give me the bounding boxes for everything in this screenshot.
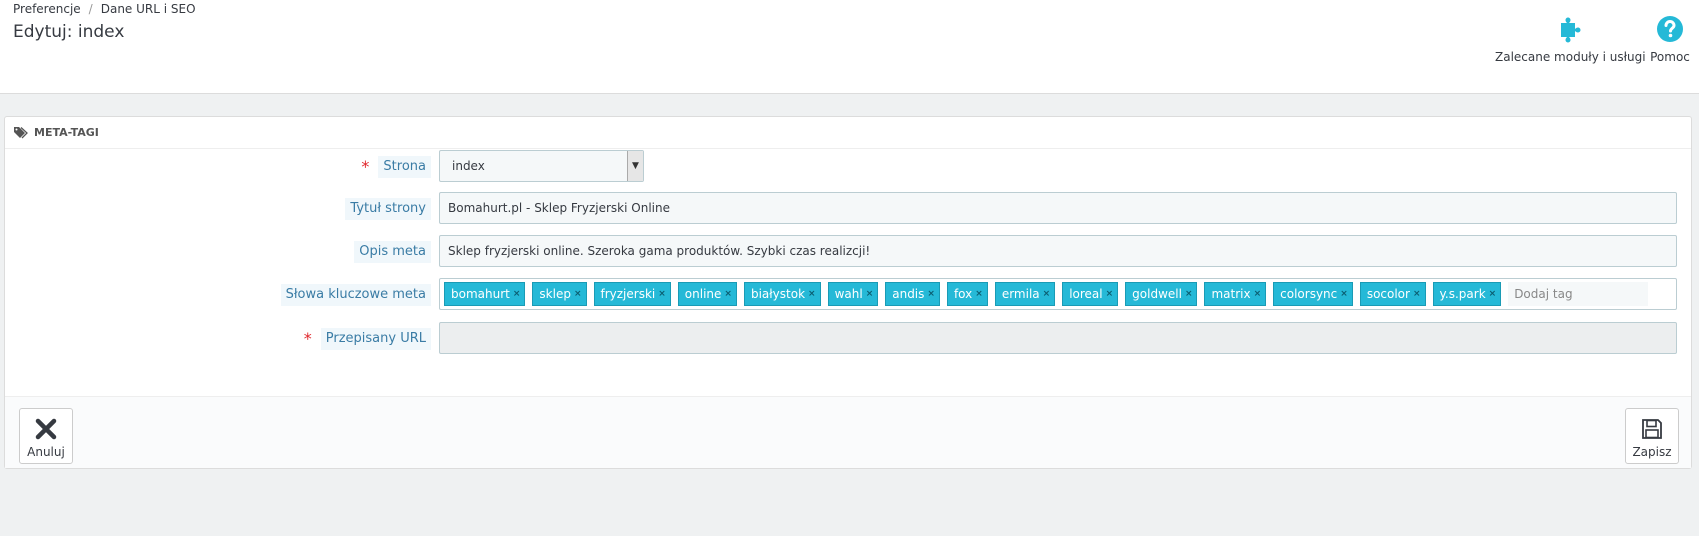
cancel-label: Anuluj [27,445,65,459]
panel-footer: Anuluj Zapisz [5,396,1691,468]
required-marker: * [303,329,312,348]
keyword-tag[interactable]: fryzjerski × [593,282,671,306]
remove-tag-icon[interactable]: × [1340,289,1348,299]
keyword-tag[interactable]: wahl × [827,282,879,306]
keywords-label-text: Słowa kluczowe meta [280,284,431,306]
remove-tag-icon[interactable]: × [513,289,521,299]
save-icon [1642,419,1662,439]
meta-tags-panel: META-TAGI * Strona index ▼ Tytuł strony … [4,116,1692,469]
puzzle-icon [1561,17,1581,43]
breadcrumb-separator: / [88,2,93,16]
rewrite-url-label: * Przepisany URL [304,328,431,350]
keyword-tag-label: colorsync [1280,287,1338,301]
description-label: Opis meta [354,241,431,263]
panel-heading: META-TAGI [5,117,1691,149]
help-icon [1657,16,1683,42]
keyword-tag[interactable]: loreal × [1062,282,1119,306]
remove-tag-icon[interactable]: × [866,289,874,299]
page-header: Preferencje / Dane URL i SEO Edytuj: index… [0,0,1699,94]
recommended-modules-label: Zalecane moduły i usługi [1495,50,1646,64]
breadcrumb-current[interactable]: Dane URL i SEO [101,2,196,16]
page-label-text: Strona [378,156,431,178]
keyword-tag-label: ermila [1001,287,1040,301]
keyword-tag-label: fryzjerski [600,287,656,301]
keyword-tag[interactable]: goldwell × [1125,282,1198,306]
keyword-tag[interactable]: białystok × [743,282,821,306]
title-label: Tytuł strony [345,198,431,220]
keyword-tag-label: loreal [1069,287,1103,301]
remove-tag-icon[interactable]: × [1489,289,1497,299]
page-title-input[interactable]: Bomahurt.pl - Sklep Fryzjerski Online [439,192,1677,224]
add-tag-input[interactable]: Dodaj tag [1508,282,1649,306]
rewrite-url-label-text: Przepisany URL [320,328,431,350]
remove-tag-icon[interactable]: × [808,289,816,299]
description-row: Opis meta Sklep fryzjerski online. Szero… [5,235,1693,267]
keyword-tag-label: fox [953,287,973,301]
page-label: * Strona [361,156,431,178]
keyword-tag[interactable]: online × [677,282,737,306]
page-select-value: index [452,159,485,173]
remove-tag-icon[interactable]: × [927,289,935,299]
title-label-text: Tytuł strony [345,198,431,220]
keyword-tag[interactable]: socolor × [1359,282,1426,306]
keywords-row: Słowa kluczowe meta bomahurt × sklep × fryzj… [5,278,1693,310]
recommended-modules-button[interactable]: Zalecane moduły i usługi [1495,14,1646,64]
keywords-label: Słowa kluczowe meta [280,284,431,306]
keyword-tag[interactable]: bomahurt × [444,282,526,306]
keyword-tag[interactable]: ermila × [994,282,1056,306]
close-icon [35,418,57,440]
required-marker: * [361,157,370,176]
keyword-tag[interactable]: matrix × [1204,282,1267,306]
keyword-tag-label: bomahurt [451,287,510,301]
keyword-tag-label: andis [892,287,925,301]
keyword-tag[interactable]: y.s.park × [1432,282,1502,306]
keyword-tag[interactable]: fox × [946,282,988,306]
breadcrumb: Preferencje / Dane URL i SEO [13,2,196,16]
keyword-tag-label: sklep [539,287,571,301]
meta-description-input[interactable]: Sklep fryzjerski online. Szeroka gama pr… [439,235,1677,267]
save-label: Zapisz [1632,445,1672,459]
cancel-button[interactable]: Anuluj [19,408,73,464]
panel-heading-title: META-TAGI [34,126,99,139]
keyword-tag[interactable]: sklep × [532,282,587,306]
keyword-tag-label: białystok [750,287,806,301]
save-button[interactable]: Zapisz [1625,408,1679,464]
page-row: * Strona index ▼ [5,150,1693,182]
remove-tag-icon[interactable]: × [1106,289,1114,299]
keyword-tag-label: y.s.park [1439,287,1486,301]
remove-tag-icon[interactable]: × [1043,289,1051,299]
help-button[interactable]: Pomoc [1647,14,1693,64]
remove-tag-icon[interactable]: × [1185,289,1193,299]
description-label-text: Opis meta [354,241,431,263]
keyword-tag-label: wahl [834,287,863,301]
keyword-tag-label: socolor [1366,287,1410,301]
keyword-tag[interactable]: colorsync × [1273,282,1353,306]
remove-tag-icon[interactable]: × [1254,289,1262,299]
rewrite-url-row: * Przepisany URL [5,322,1693,354]
tags-icon [14,126,28,138]
keyword-tag[interactable]: andis × [885,282,940,306]
remove-tag-icon[interactable]: × [975,289,983,299]
chevron-down-icon[interactable]: ▼ [627,151,643,181]
keyword-tag-label: matrix [1211,287,1251,301]
breadcrumb-parent[interactable]: Preferencje [13,2,81,16]
meta-keywords-tag-input[interactable]: bomahurt × sklep × fryzjerski × online × białyst… [439,278,1677,310]
remove-tag-icon[interactable]: × [574,289,582,299]
keyword-tag-label: online [684,287,722,301]
remove-tag-icon[interactable]: × [724,289,732,299]
title-row: Tytuł strony Bomahurt.pl - Sklep Fryzjer… [5,192,1693,224]
page-title: Edytuj: index [13,22,125,42]
remove-tag-icon[interactable]: × [1413,289,1421,299]
remove-tag-icon[interactable]: × [658,289,666,299]
rewrite-url-input[interactable] [439,322,1677,354]
help-label: Pomoc [1650,50,1690,64]
page-select[interactable]: index ▼ [439,150,644,182]
keyword-tag-label: goldwell [1132,287,1182,301]
